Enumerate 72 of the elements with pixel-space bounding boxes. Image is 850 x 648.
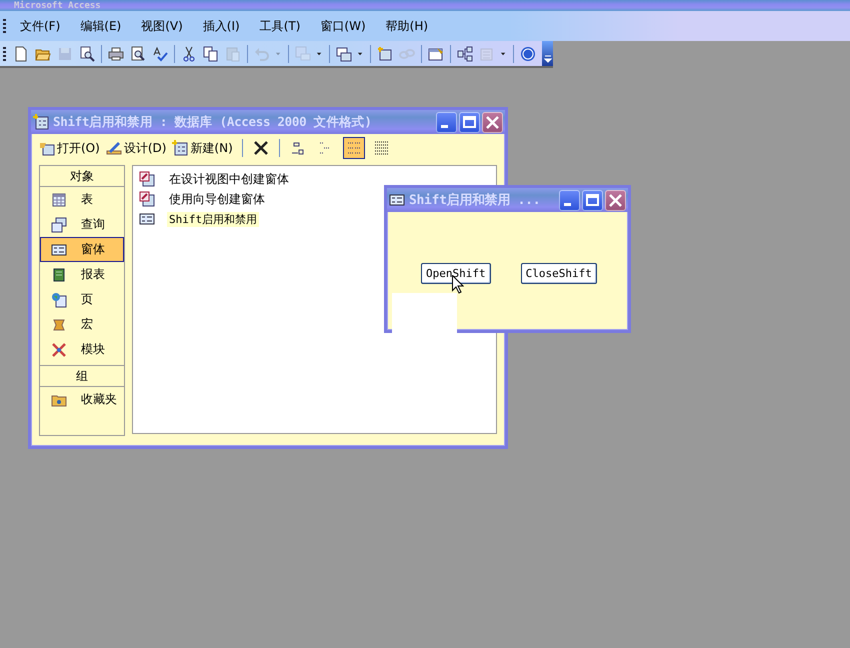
globe-page-icon <box>51 292 67 308</box>
toolbar-command[interactable]: 打开(O) <box>39 140 100 156</box>
wand-form-icon <box>139 191 155 207</box>
relationships-icon[interactable] <box>457 46 473 62</box>
object-item[interactable]: 窗体 <box>40 237 124 262</box>
maximize-button[interactable] <box>459 112 480 132</box>
open-form-icon <box>39 140 55 156</box>
close-button[interactable] <box>605 190 626 210</box>
new-document-icon[interactable] <box>13 46 29 62</box>
minimize-button[interactable] <box>436 112 457 132</box>
toolbar-grip <box>3 46 6 60</box>
object-item[interactable]: 查询 <box>40 212 124 237</box>
toolbar-command[interactable]: 设计(D) <box>106 140 166 156</box>
table-icon <box>51 192 67 208</box>
wand-form-icon <box>139 171 155 187</box>
scissors-icon[interactable] <box>181 46 197 62</box>
window-title: Shift启用和禁用 ... <box>409 192 542 209</box>
menu-item[interactable]: 视图(V) <box>131 18 193 34</box>
spelling-check-icon[interactable] <box>152 46 168 62</box>
properties-sheet-icon[interactable] <box>428 46 444 62</box>
menu-item[interactable]: 帮助(H) <box>376 18 438 34</box>
command-button[interactable]: OpenShift <box>421 263 491 284</box>
list-item[interactable]: 使用向导创建窗体 <box>167 190 267 208</box>
menu-item[interactable]: 编辑(E) <box>70 18 132 34</box>
list-item[interactable]: 在设计视图中创建窗体 <box>167 170 291 188</box>
toolbar-options-button[interactable] <box>542 41 553 66</box>
minimize-icon <box>441 124 448 128</box>
form-icon <box>51 242 67 258</box>
minimize-icon <box>564 202 571 206</box>
window-title: Shift启用和禁用 : 数据库 (Access 2000 文件格式) <box>53 114 373 130</box>
list-item[interactable]: Shift启用和禁用 <box>167 212 260 226</box>
blank-patch <box>392 293 457 336</box>
menu-item[interactable]: 工具(T) <box>250 18 310 34</box>
chevron-icon <box>544 55 552 63</box>
report-icon <box>51 266 67 282</box>
toolbar-grip <box>3 19 6 33</box>
toolbar-command[interactable]: 新建(N) <box>172 140 233 156</box>
large-icons-view-icon <box>290 140 306 156</box>
printer-icon[interactable] <box>108 46 124 62</box>
query-icon <box>51 216 67 232</box>
ruler-pencil-icon <box>106 140 122 156</box>
new-form-icon <box>33 114 49 130</box>
app-title: Microsoft Access <box>14 2 101 11</box>
menu-item[interactable]: 窗口(W) <box>310 18 376 34</box>
object-item[interactable]: 模块 <box>40 337 124 362</box>
help-icon[interactable] <box>520 46 536 62</box>
form-icon <box>389 192 405 208</box>
menu-item[interactable]: 文件(F) <box>10 18 70 34</box>
minimize-button[interactable] <box>559 190 580 210</box>
section-header[interactable]: 组 <box>40 365 124 387</box>
new-form-icon <box>172 140 188 156</box>
object-item[interactable]: 收藏夹 <box>40 387 124 412</box>
magnifier-document-icon[interactable] <box>79 46 95 62</box>
command-button[interactable]: CloseShift <box>520 263 597 284</box>
scroll-icon <box>51 316 67 332</box>
list-view-button[interactable] <box>342 137 365 159</box>
section-header[interactable]: 对象 <box>40 166 124 187</box>
delete-x-icon <box>252 140 269 156</box>
new-sparkle-form-icon[interactable] <box>377 46 393 62</box>
object-item[interactable]: 报表 <box>40 262 124 287</box>
object-item[interactable]: 宏 <box>40 312 124 337</box>
tools-icon <box>51 342 67 358</box>
object-item[interactable]: 表 <box>40 187 124 212</box>
menu-item[interactable]: 插入(I) <box>192 18 250 34</box>
object-item[interactable]: 页 <box>40 287 124 312</box>
maximize-button[interactable] <box>582 190 603 210</box>
copy-icon[interactable] <box>203 46 219 62</box>
close-button[interactable] <box>482 112 503 132</box>
form-icon <box>139 211 155 227</box>
list-view-icon <box>346 140 362 156</box>
details-view-icon <box>374 140 390 156</box>
print-preview-icon[interactable] <box>130 46 146 62</box>
